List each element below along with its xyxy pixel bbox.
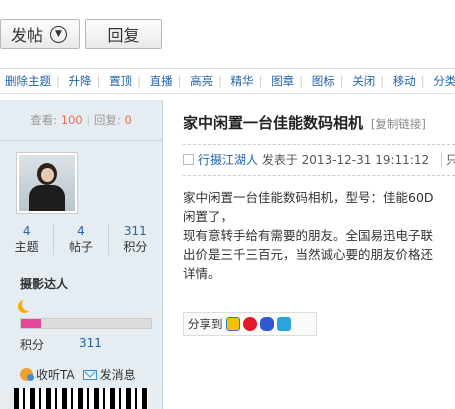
follow-label: 收听TA (36, 368, 75, 382)
post-title: 家中闲置一台佳能数码相机 (183, 114, 364, 132)
separator: | (137, 74, 141, 88)
credits-value[interactable]: 311 (79, 336, 102, 350)
post-body-line: 闲置了， (183, 209, 234, 224)
tencent-share-icon[interactable] (276, 317, 291, 331)
author-actions: 收听TA 发消息 (20, 366, 136, 383)
stat-value: 4 (22, 224, 31, 238)
baidu-share-icon[interactable] (259, 317, 274, 331)
moon-icon (22, 298, 35, 311)
mod-highlight[interactable]: 高亮 (185, 74, 218, 88)
author-sidebar: 查看: 100 | 回复: 0 4 主题 4 帖子 311 积分 摄影达人 积分… (0, 100, 163, 409)
separator: | (56, 74, 60, 88)
post-body: 家中闲置一台佳能数码相机，型号：佳能60D 闲置了， 现有意转手给有需要的朋友。… (183, 188, 455, 283)
qzone-share-icon[interactable] (225, 317, 240, 331)
separator: | (420, 74, 425, 88)
share-bar: 分享到 (183, 312, 317, 336)
mod-raise-lower[interactable]: 升降 (64, 74, 97, 88)
send-message-label: 发消息 (99, 368, 136, 382)
chevron-down-icon: ▼ (50, 25, 68, 43)
stat-threads[interactable]: 4 主题 (0, 224, 53, 255)
replies-count: 0 (124, 113, 132, 127)
stat-label: 帖子 (68, 240, 93, 254)
follow-button[interactable]: 收听TA (20, 366, 75, 383)
thread-stats: 查看: 100 | 回复: 0 (0, 100, 162, 141)
avatar-image (19, 155, 75, 211)
separator: | (177, 74, 182, 88)
separator: | (258, 74, 263, 88)
post-button[interactable]: 发帖 ▼ (0, 19, 80, 49)
mod-category[interactable]: 分类 (428, 74, 455, 88)
post-content: 家中闲置一台佳能数码相机 [复制链接] 行摄江湖人 发表于 2013-12-31… (163, 100, 455, 409)
post-button-label: 发帖 (11, 26, 44, 45)
reply-button[interactable]: 回复 (85, 19, 162, 49)
separator: | (96, 74, 101, 88)
mod-digest[interactable]: 精华 (226, 74, 259, 88)
post-body-line: 现有意转手给有需要的朋友。全国易迅电子联 (183, 228, 434, 243)
level-progress-bar (20, 318, 152, 329)
level-progress-fill (21, 319, 41, 328)
mod-icon[interactable]: 图标 (307, 74, 340, 88)
credits-label: 积分 (20, 338, 45, 352)
mod-delete-thread[interactable]: 删除主题 (0, 74, 56, 88)
divider (183, 175, 455, 176)
mod-move[interactable]: 移动 (388, 74, 421, 88)
follow-icon (20, 368, 34, 381)
online-status-icon (183, 154, 194, 165)
post-date: 发表于 2013-12-31 19:11:12 (261, 153, 430, 167)
user-rank: 摄影达人 (20, 277, 69, 291)
stat-label: 积分 (123, 240, 148, 254)
separator: | (299, 74, 304, 88)
view-author-only[interactable]: 只 (440, 153, 455, 167)
share-label: 分享到 (188, 317, 223, 331)
separator: | (380, 74, 385, 88)
separator: | (339, 74, 344, 88)
mod-pin[interactable]: 置顶 (104, 74, 137, 88)
replies-label: 回复: (93, 113, 121, 127)
views-label: 查看: (30, 113, 58, 127)
separator: | (86, 113, 91, 127)
post-body-line: 家中闲置一台佳能数码相机，型号：佳能60D (183, 190, 434, 205)
post-body-line: 出价是三千三百元，当然诚心要的朋友价格还 (183, 247, 434, 262)
stat-credits[interactable]: 311 积分 (107, 224, 162, 255)
post-meta: 行摄江湖人 发表于 2013-12-31 19:11:12 只 (183, 151, 455, 168)
send-message-button[interactable]: 发消息 (82, 366, 136, 383)
post-author[interactable]: 行摄江湖人 (198, 153, 258, 167)
moderation-bar: 删除主题 | 升降 | 置顶 | 直播 | 高亮 | 精华 | 图章 | 图标 | 关闭 | 移动… (0, 68, 455, 94)
mod-stamp[interactable]: 图章 (266, 74, 299, 88)
avatar[interactable] (16, 152, 78, 214)
stat-value: 311 (123, 224, 147, 238)
mod-close[interactable]: 关闭 (347, 74, 380, 88)
post-title-row: 家中闲置一台佳能数码相机 [复制链接] (183, 112, 426, 133)
separator: | (218, 74, 222, 88)
credits-row: 积分 311 (20, 336, 150, 353)
stat-label: 主题 (14, 240, 39, 254)
author-stats: 4 主题 4 帖子 311 积分 (0, 224, 162, 255)
qr-code (14, 388, 148, 409)
divider (183, 144, 455, 145)
mod-live[interactable]: 直播 (145, 74, 178, 88)
stat-value: 4 (77, 224, 85, 238)
reply-button-label: 回复 (107, 26, 140, 45)
mail-icon (82, 369, 97, 380)
copy-link[interactable]: [复制链接] (371, 117, 426, 131)
stat-posts[interactable]: 4 帖子 (53, 224, 107, 255)
post-body-line: 详情。 (183, 266, 221, 281)
thread-toolbar: 发帖 ▼ 回复 (0, 0, 455, 66)
views-count: 100 (60, 113, 83, 127)
weibo-share-icon[interactable] (242, 317, 257, 331)
